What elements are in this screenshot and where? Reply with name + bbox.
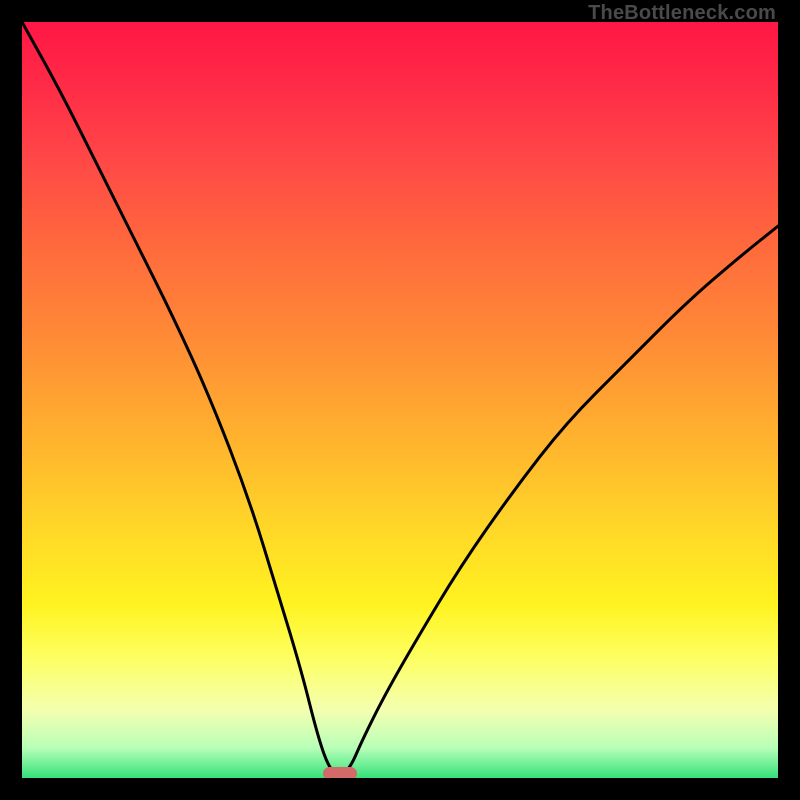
curve-path xyxy=(22,22,778,775)
plot-area xyxy=(22,22,778,778)
optimum-marker xyxy=(323,767,357,778)
bottleneck-curve xyxy=(22,22,778,778)
chart-frame: TheBottleneck.com xyxy=(0,0,800,800)
